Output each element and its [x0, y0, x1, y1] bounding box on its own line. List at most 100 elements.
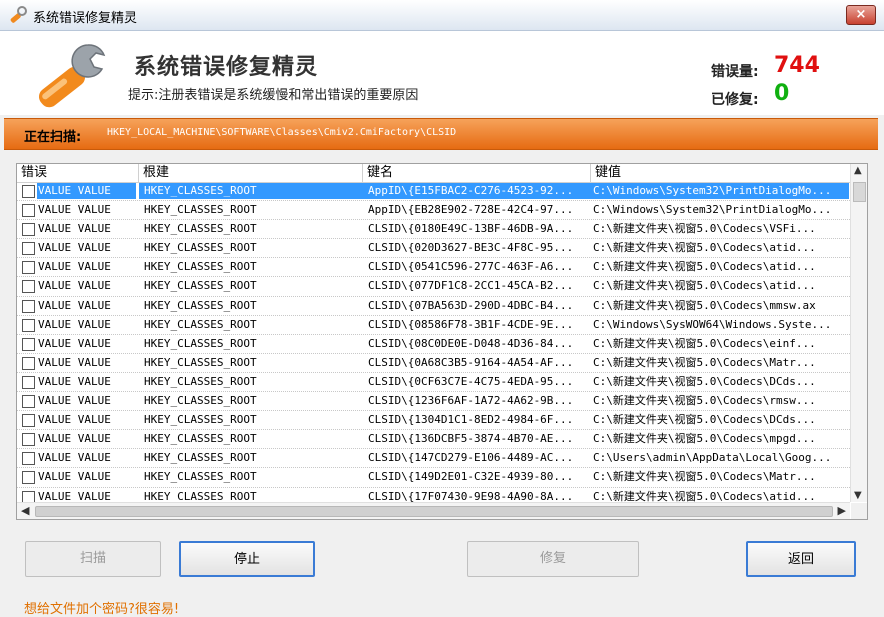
cell-root: HKEY_CLASSES_ROOT	[144, 222, 257, 236]
row-checkbox[interactable]	[22, 261, 35, 275]
cell-root: HKEY_CLASSES_ROOT	[144, 355, 257, 369]
row-checkbox[interactable]	[22, 395, 35, 409]
wrench-icon	[10, 6, 27, 23]
row-checkbox[interactable]	[22, 185, 35, 198]
table-header: 错误 根建 键名 键值	[17, 164, 850, 183]
title-bar: 系统错误修复精灵 ×	[0, 0, 884, 31]
cell-error: VALUE VALUE	[38, 222, 111, 236]
scroll-thumb[interactable]	[853, 182, 866, 202]
cell-key: CLSID\{147CD279-E106-4489-AC...	[368, 451, 574, 465]
table-row[interactable]: VALUE VALUE HKEY_CLASSES_ROOT CLSID\{07BA5…	[17, 297, 850, 316]
stop-button[interactable]: 停止	[179, 541, 315, 577]
table-row[interactable]: VALUE VALUE HKEY_CLASSES_ROOT CLSID\{020D3…	[17, 239, 850, 259]
cell-value: C:\新建文件夹\视窗5.0\Codecs\rmsw...	[593, 394, 816, 408]
row-checkbox[interactable]	[22, 280, 35, 294]
repair-button[interactable]: 修复	[467, 541, 639, 577]
cell-root: HKEY_CLASSES_ROOT	[144, 336, 257, 350]
cell-value: C:\新建文件夹\视窗5.0\Codecs\Matr...	[593, 470, 816, 484]
cell-root: HKEY_CLASSES_ROOT	[144, 279, 257, 293]
cell-error: VALUE VALUE	[37, 183, 136, 199]
row-checkbox[interactable]	[22, 318, 35, 332]
table-row[interactable]: VALUE VALUE HKEY_CLASSES_ROOT CLSID\{147CD…	[17, 449, 850, 469]
cell-root: HKEY_CLASSES_ROOT	[144, 394, 257, 408]
cell-key: CLSID\{08586F78-3B1F-4CDE-9E...	[368, 317, 574, 331]
error-list[interactable]: 错误 根建 键名 键值 VALUE VALUE HKEY_CLASSES_ROOT…	[16, 163, 868, 520]
table-row[interactable]: VALUE VALUE HKEY_CLASSES_ROOT CLSID\{0541C…	[17, 258, 850, 278]
cell-error: VALUE VALUE	[38, 470, 111, 484]
horizontal-scrollbar[interactable]: ◀ ▶	[17, 502, 850, 519]
cell-value: C:\新建文件夹\视窗5.0\Codecs\atid...	[593, 279, 816, 293]
table-row[interactable]: VALUE VALUE HKEY_CLASSES_ROOT CLSID\{0CF63…	[17, 373, 850, 393]
row-checkbox[interactable]	[22, 356, 35, 370]
cell-error: VALUE VALUE	[38, 260, 111, 274]
row-checkbox[interactable]	[22, 337, 35, 351]
right-arrow-icon[interactable]: ▶	[838, 504, 846, 517]
left-arrow-icon[interactable]: ◀	[21, 504, 29, 517]
vertical-scrollbar[interactable]: ▲ ▼	[850, 164, 867, 502]
errors-label: 错误量:	[711, 64, 759, 80]
cell-key: CLSID\{08C0DE0E-D048-4D36-84...	[368, 336, 574, 350]
cell-error: VALUE VALUE	[38, 336, 111, 350]
column-header-root[interactable]: 根建	[139, 164, 363, 182]
cell-value: C:\Windows\SysWOW64\Windows.Syste...	[593, 317, 832, 331]
cell-error: VALUE VALUE	[38, 355, 111, 369]
row-checkbox[interactable]	[22, 471, 35, 485]
column-header-error[interactable]: 错误	[17, 164, 139, 182]
cell-root: HKEY_CLASSES_ROOT	[144, 298, 257, 312]
cell-root: HKEY_CLASSES_ROOT	[144, 374, 257, 388]
table-row[interactable]: VALUE VALUE HKEY_CLASSES_ROOT CLSID\{0180E…	[17, 220, 850, 240]
cell-root: HKEY_CLASSES_ROOT	[144, 203, 257, 217]
cell-value: C:\新建文件夹\视窗5.0\Codecs\VSFi...	[593, 222, 816, 236]
table-row[interactable]: VALUE VALUE HKEY_CLASSES_ROOT CLSID\{1236F…	[17, 392, 850, 412]
cell-error: VALUE VALUE	[38, 374, 111, 388]
scroll-thumb[interactable]	[35, 506, 833, 517]
table-row[interactable]: VALUE VALUE HKEY_CLASSES_ROOT AppID\{E15FB…	[17, 182, 850, 202]
down-arrow-icon[interactable]: ▼	[854, 490, 862, 501]
cell-root: HKEY_CLASSES_ROOT	[144, 432, 257, 446]
up-arrow-icon[interactable]: ▲	[854, 165, 862, 176]
scan-button[interactable]: 扫描	[25, 541, 161, 577]
cell-key: CLSID\{077DF1C8-2CC1-45CA-B2...	[368, 279, 574, 293]
table-row[interactable]: VALUE VALUE HKEY_CLASSES_ROOT CLSID\{0A68C…	[17, 354, 850, 373]
wrench-logo-icon	[38, 44, 106, 108]
row-checkbox[interactable]	[22, 223, 35, 237]
row-checkbox[interactable]	[22, 375, 35, 389]
fixed-label: 已修复:	[711, 92, 759, 108]
table-row[interactable]: VALUE VALUE HKEY_CLASSES_ROOT CLSID\{136DC…	[17, 430, 850, 450]
column-header-value[interactable]: 键值	[591, 164, 850, 182]
column-header-key[interactable]: 键名	[363, 164, 591, 182]
row-checkbox[interactable]	[22, 242, 35, 256]
window-title: 系统错误修复精灵	[33, 11, 138, 26]
cell-value: C:\新建文件夹\视窗5.0\Codecs\atid...	[593, 241, 816, 255]
row-checkbox[interactable]	[22, 452, 35, 466]
encrypt-promo-link[interactable]: 想给文件加个密码?很容易!	[24, 598, 179, 617]
close-button[interactable]: ×	[846, 5, 876, 25]
row-checkbox[interactable]	[22, 299, 35, 313]
cell-key: AppID\{EB28E902-728E-42C4-97...	[368, 203, 574, 217]
cell-value: C:\新建文件夹\视窗5.0\Codecs\einf...	[593, 336, 816, 350]
table-row[interactable]: VALUE VALUE HKEY_CLASSES_ROOT CLSID\{08C0D…	[17, 335, 850, 354]
cell-value: C:\Users\admin\AppData\Local\Goog...	[593, 451, 832, 465]
table-row[interactable]: VALUE VALUE HKEY_CLASSES_ROOT CLSID\{08586…	[17, 316, 850, 335]
cell-key: CLSID\{1304D1C1-8ED2-4984-6F...	[368, 413, 574, 427]
table-row[interactable]: VALUE VALUE HKEY_CLASSES_ROOT CLSID\{1304D…	[17, 411, 850, 431]
cell-key: AppID\{E15FBAC2-C276-4523-92...	[363, 183, 594, 199]
cell-key: CLSID\{0541C596-277C-463F-A6...	[368, 260, 574, 274]
scan-label: 正在扫描:	[24, 130, 82, 145]
cell-root: HKEY_CLASSES_ROOT	[144, 451, 257, 465]
cell-root: HKEY_CLASSES_ROOT	[144, 317, 257, 331]
row-checkbox[interactable]	[22, 414, 35, 428]
cell-value: C:\新建文件夹\视窗5.0\Codecs\mpgd...	[593, 432, 816, 446]
row-checkbox[interactable]	[22, 433, 35, 447]
cell-root: HKEY_CLASSES_ROOT	[144, 470, 257, 484]
cell-error: VALUE VALUE	[38, 298, 111, 312]
table-row[interactable]: VALUE VALUE HKEY_CLASSES_ROOT AppID\{EB28E…	[17, 201, 850, 221]
back-button[interactable]: 返回	[746, 541, 856, 577]
hint-text: 提示:注册表错误是系统缓慢和常出错误的重要原因	[128, 88, 419, 103]
table-row[interactable]: VALUE VALUE HKEY_CLASSES_ROOT CLSID\{149D2…	[17, 468, 850, 488]
cell-error: VALUE VALUE	[38, 451, 111, 465]
row-checkbox[interactable]	[22, 204, 35, 218]
scan-path: HKEY_LOCAL_MACHINE\SOFTWARE\Classes\Cmiv…	[107, 127, 457, 138]
table-row[interactable]: VALUE VALUE HKEY_CLASSES_ROOT CLSID\{077DF…	[17, 277, 850, 297]
errors-count: 744	[774, 53, 820, 78]
